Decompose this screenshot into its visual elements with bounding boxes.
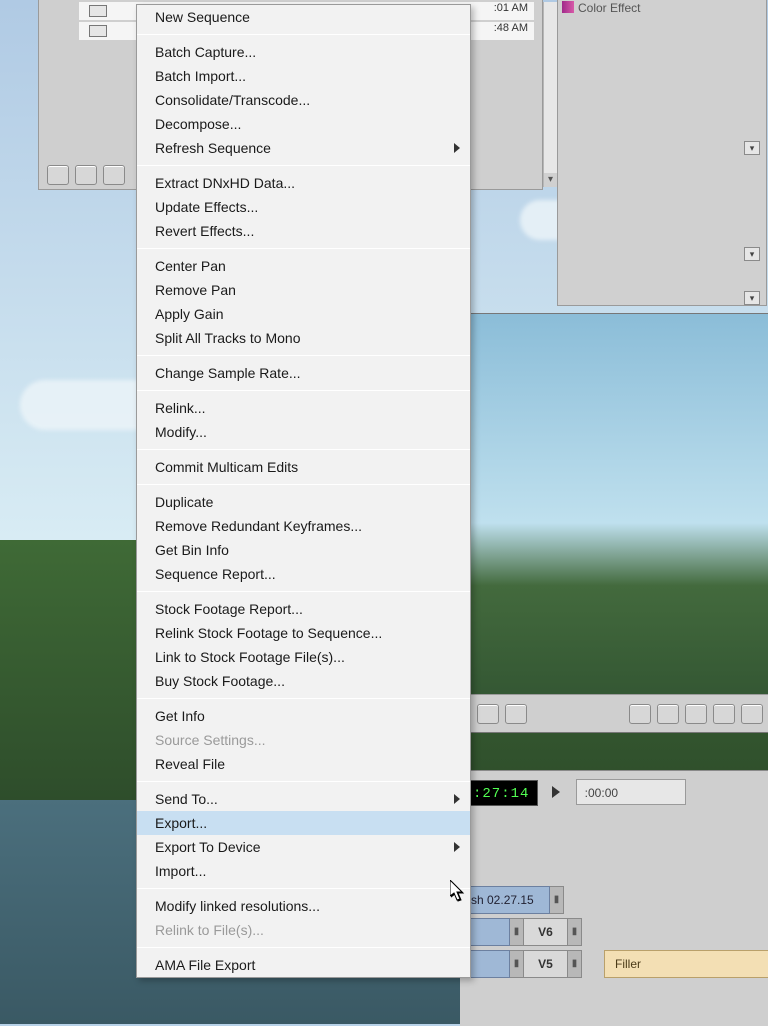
menu-separator xyxy=(137,698,470,699)
source-monitor xyxy=(470,313,768,733)
menu-item-relink-stock-footage-to-sequence[interactable]: Relink Stock Footage to Sequence... xyxy=(137,621,470,645)
track-handle-icon[interactable]: ▮ xyxy=(568,950,582,978)
menu-item-import[interactable]: Import... xyxy=(137,859,470,883)
track-handle-icon[interactable]: ▮ xyxy=(550,886,564,914)
menu-item-get-info[interactable]: Get Info xyxy=(137,704,470,728)
menu-item-extract-dnxhd-data[interactable]: Extract DNxHD Data... xyxy=(137,171,470,195)
menu-item-batch-import[interactable]: Batch Import... xyxy=(137,64,470,88)
effect-swatch-icon xyxy=(562,1,574,13)
play-icon[interactable] xyxy=(548,779,566,805)
menu-item-remove-pan[interactable]: Remove Pan xyxy=(137,278,470,302)
bin-row-time: :01 AM xyxy=(494,2,528,14)
menu-separator xyxy=(137,591,470,592)
menu-item-stock-footage-report[interactable]: Stock Footage Report... xyxy=(137,597,470,621)
menu-item-consolidate-transcode[interactable]: Consolidate/Transcode... xyxy=(137,88,470,112)
menu-separator xyxy=(137,34,470,35)
menu-item-update-effects[interactable]: Update Effects... xyxy=(137,195,470,219)
monitor-button[interactable] xyxy=(685,704,707,724)
panel-dropdown-c[interactable]: ▾ xyxy=(744,291,760,305)
menu-item-export-to-device[interactable]: Export To Device xyxy=(137,835,470,859)
track-name[interactable]: V6 xyxy=(524,918,568,946)
scroll-down-icon[interactable]: ▾ xyxy=(544,173,557,187)
submenu-arrow-icon xyxy=(454,143,460,153)
monitor-button[interactable] xyxy=(713,704,735,724)
track-clip[interactable]: sh 02.27.15 xyxy=(460,886,550,914)
view-mode-button-b[interactable] xyxy=(75,165,97,185)
menu-separator xyxy=(137,484,470,485)
menu-item-modify-linked-resolutions[interactable]: Modify linked resolutions... xyxy=(137,894,470,918)
track-filler[interactable]: Filler xyxy=(604,950,768,978)
menu-item-apply-gain[interactable]: Apply Gain xyxy=(137,302,470,326)
menu-item-export[interactable]: Export... xyxy=(137,811,470,835)
menu-item-refresh-sequence[interactable]: Refresh Sequence xyxy=(137,136,470,160)
submenu-arrow-icon xyxy=(454,794,460,804)
menu-item-get-bin-info[interactable]: Get Bin Info xyxy=(137,538,470,562)
monitor-button[interactable] xyxy=(741,704,763,724)
view-mode-button-a[interactable] xyxy=(47,165,69,185)
menu-item-relink-to-file-s: Relink to File(s)... xyxy=(137,918,470,942)
menu-separator xyxy=(137,888,470,889)
menu-item-sequence-report[interactable]: Sequence Report... xyxy=(137,562,470,586)
track-row[interactable]: ▮ V5 ▮ Filler xyxy=(460,950,768,978)
context-menu: New Sequence Batch Capture...Batch Import… xyxy=(136,4,471,978)
track-row[interactable]: ▮ V6 ▮ xyxy=(460,918,768,946)
menu-item-revert-effects[interactable]: Revert Effects... xyxy=(137,219,470,243)
panel-dropdown-a[interactable]: ▾ xyxy=(744,141,760,155)
monitor-button[interactable] xyxy=(477,704,499,724)
monitor-toolbar xyxy=(471,694,768,732)
track-row[interactable]: sh 02.27.15 ▮ xyxy=(460,886,768,914)
timeline-ruler[interactable]: :00:00 xyxy=(576,779,686,805)
timecode-display[interactable]: :27:14 xyxy=(464,780,538,806)
bin-row-time: :48 AM xyxy=(494,22,528,34)
track-handle-icon[interactable]: ▮ xyxy=(568,918,582,946)
menu-item-new-sequence[interactable]: New Sequence xyxy=(137,5,470,29)
menu-item-reveal-file[interactable]: Reveal File xyxy=(137,752,470,776)
track-handle-icon[interactable]: ▮ xyxy=(510,918,524,946)
menu-separator xyxy=(137,449,470,450)
menu-item-batch-capture[interactable]: Batch Capture... xyxy=(137,40,470,64)
submenu-arrow-icon xyxy=(454,842,460,852)
bin-scrollbar[interactable]: ▾ xyxy=(543,2,557,187)
menu-item-relink[interactable]: Relink... xyxy=(137,396,470,420)
menu-item-send-to[interactable]: Send To... xyxy=(137,787,470,811)
effects-panel: Color Effect ▾ ▾ ▾ xyxy=(557,0,767,306)
menu-separator xyxy=(137,248,470,249)
menu-item-ama-file-export[interactable]: AMA File Export xyxy=(137,953,470,977)
timeline-panel: :27:14 :00:00 sh 02.27.15 ▮ ▮ V6 ▮ ▮ V5 … xyxy=(460,770,768,1026)
menu-item-commit-multicam-edits[interactable]: Commit Multicam Edits xyxy=(137,455,470,479)
menu-separator xyxy=(137,781,470,782)
menu-item-split-all-tracks-to-mono[interactable]: Split All Tracks to Mono xyxy=(137,326,470,350)
monitor-button[interactable] xyxy=(629,704,651,724)
menu-item-duplicate[interactable]: Duplicate xyxy=(137,490,470,514)
menu-item-modify[interactable]: Modify... xyxy=(137,420,470,444)
menu-separator xyxy=(137,947,470,948)
view-mode-button-c[interactable] xyxy=(103,165,125,185)
menu-item-source-settings: Source Settings... xyxy=(137,728,470,752)
clip-icon xyxy=(89,25,107,37)
clip-icon xyxy=(89,5,107,17)
menu-item-center-pan[interactable]: Center Pan xyxy=(137,254,470,278)
menu-item-change-sample-rate[interactable]: Change Sample Rate... xyxy=(137,361,470,385)
menu-separator xyxy=(137,355,470,356)
menu-separator xyxy=(137,390,470,391)
track-name[interactable]: V5 xyxy=(524,950,568,978)
menu-item-buy-stock-footage[interactable]: Buy Stock Footage... xyxy=(137,669,470,693)
track-handle-icon[interactable]: ▮ xyxy=(510,950,524,978)
panel-dropdown-b[interactable]: ▾ xyxy=(744,247,760,261)
effect-name: Color Effect xyxy=(578,1,640,15)
menu-separator xyxy=(137,165,470,166)
menu-item-link-to-stock-footage-file-s[interactable]: Link to Stock Footage File(s)... xyxy=(137,645,470,669)
monitor-button[interactable] xyxy=(657,704,679,724)
monitor-button[interactable] xyxy=(505,704,527,724)
menu-item-remove-redundant-keyframes[interactable]: Remove Redundant Keyframes... xyxy=(137,514,470,538)
menu-item-decompose[interactable]: Decompose... xyxy=(137,112,470,136)
